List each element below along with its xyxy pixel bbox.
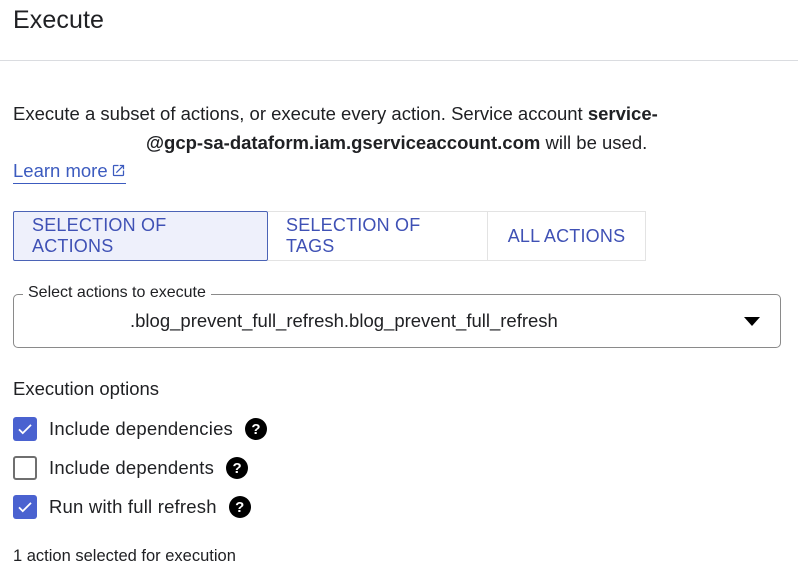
dropdown-arrow-icon[interactable] — [744, 317, 760, 326]
help-icon[interactable]: ? — [245, 418, 268, 440]
option-include-dependents[interactable]: Include dependents ? — [13, 455, 249, 481]
option-run-full-refresh[interactable]: Run with full refresh ? — [13, 494, 251, 520]
actions-select-value: .blog_prevent_full_refresh.blog_prevent_… — [130, 310, 558, 331]
actions-select[interactable]: Select actions to execute .blog_prevent_… — [13, 284, 781, 348]
learn-more-link[interactable]: Learn more — [13, 159, 126, 184]
run-full-refresh-label: Run with full refresh — [49, 496, 217, 517]
check-icon — [18, 502, 32, 513]
actions-select-label: Select actions to execute — [23, 284, 211, 302]
open-in-new-icon — [112, 164, 124, 177]
tab-selection-of-tags[interactable]: SELECTION OF TAGS — [268, 211, 488, 261]
service-account-domain: @gcp-sa-dataform.iam.gserviceaccount.com — [146, 132, 541, 153]
description-text: Execute a subset of actions, or execute … — [13, 103, 588, 124]
learn-more-label: Learn more — [13, 160, 108, 181]
help-icon[interactable]: ? — [226, 457, 249, 479]
description: Execute a subset of actions, or execute … — [13, 99, 713, 157]
tab-all-actions[interactable]: ALL ACTIONS — [488, 211, 646, 261]
description-suffix: will be used. — [540, 132, 648, 153]
header-divider — [0, 60, 798, 61]
include-dependents-label: Include dependents — [49, 457, 215, 478]
option-include-dependencies[interactable]: Include dependencies ? — [13, 416, 268, 442]
execution-scope-tabs: SELECTION OF ACTIONS SELECTION OF TAGS A… — [13, 211, 646, 261]
help-icon[interactable]: ? — [228, 496, 251, 518]
selection-status: 1 action selected for execution — [13, 547, 236, 565]
include-dependencies-checkbox[interactable] — [13, 417, 37, 441]
execution-options-title: Execution options — [13, 378, 160, 399]
service-account-prefix: service- — [587, 103, 658, 124]
include-dependents-checkbox[interactable] — [13, 456, 37, 480]
include-dependencies-label: Include dependencies — [49, 418, 234, 439]
dialog-title: Execute — [13, 6, 105, 34]
run-full-refresh-checkbox[interactable] — [13, 495, 37, 519]
check-icon — [18, 424, 32, 435]
tab-selection-of-actions[interactable]: SELECTION OF ACTIONS — [13, 211, 268, 261]
